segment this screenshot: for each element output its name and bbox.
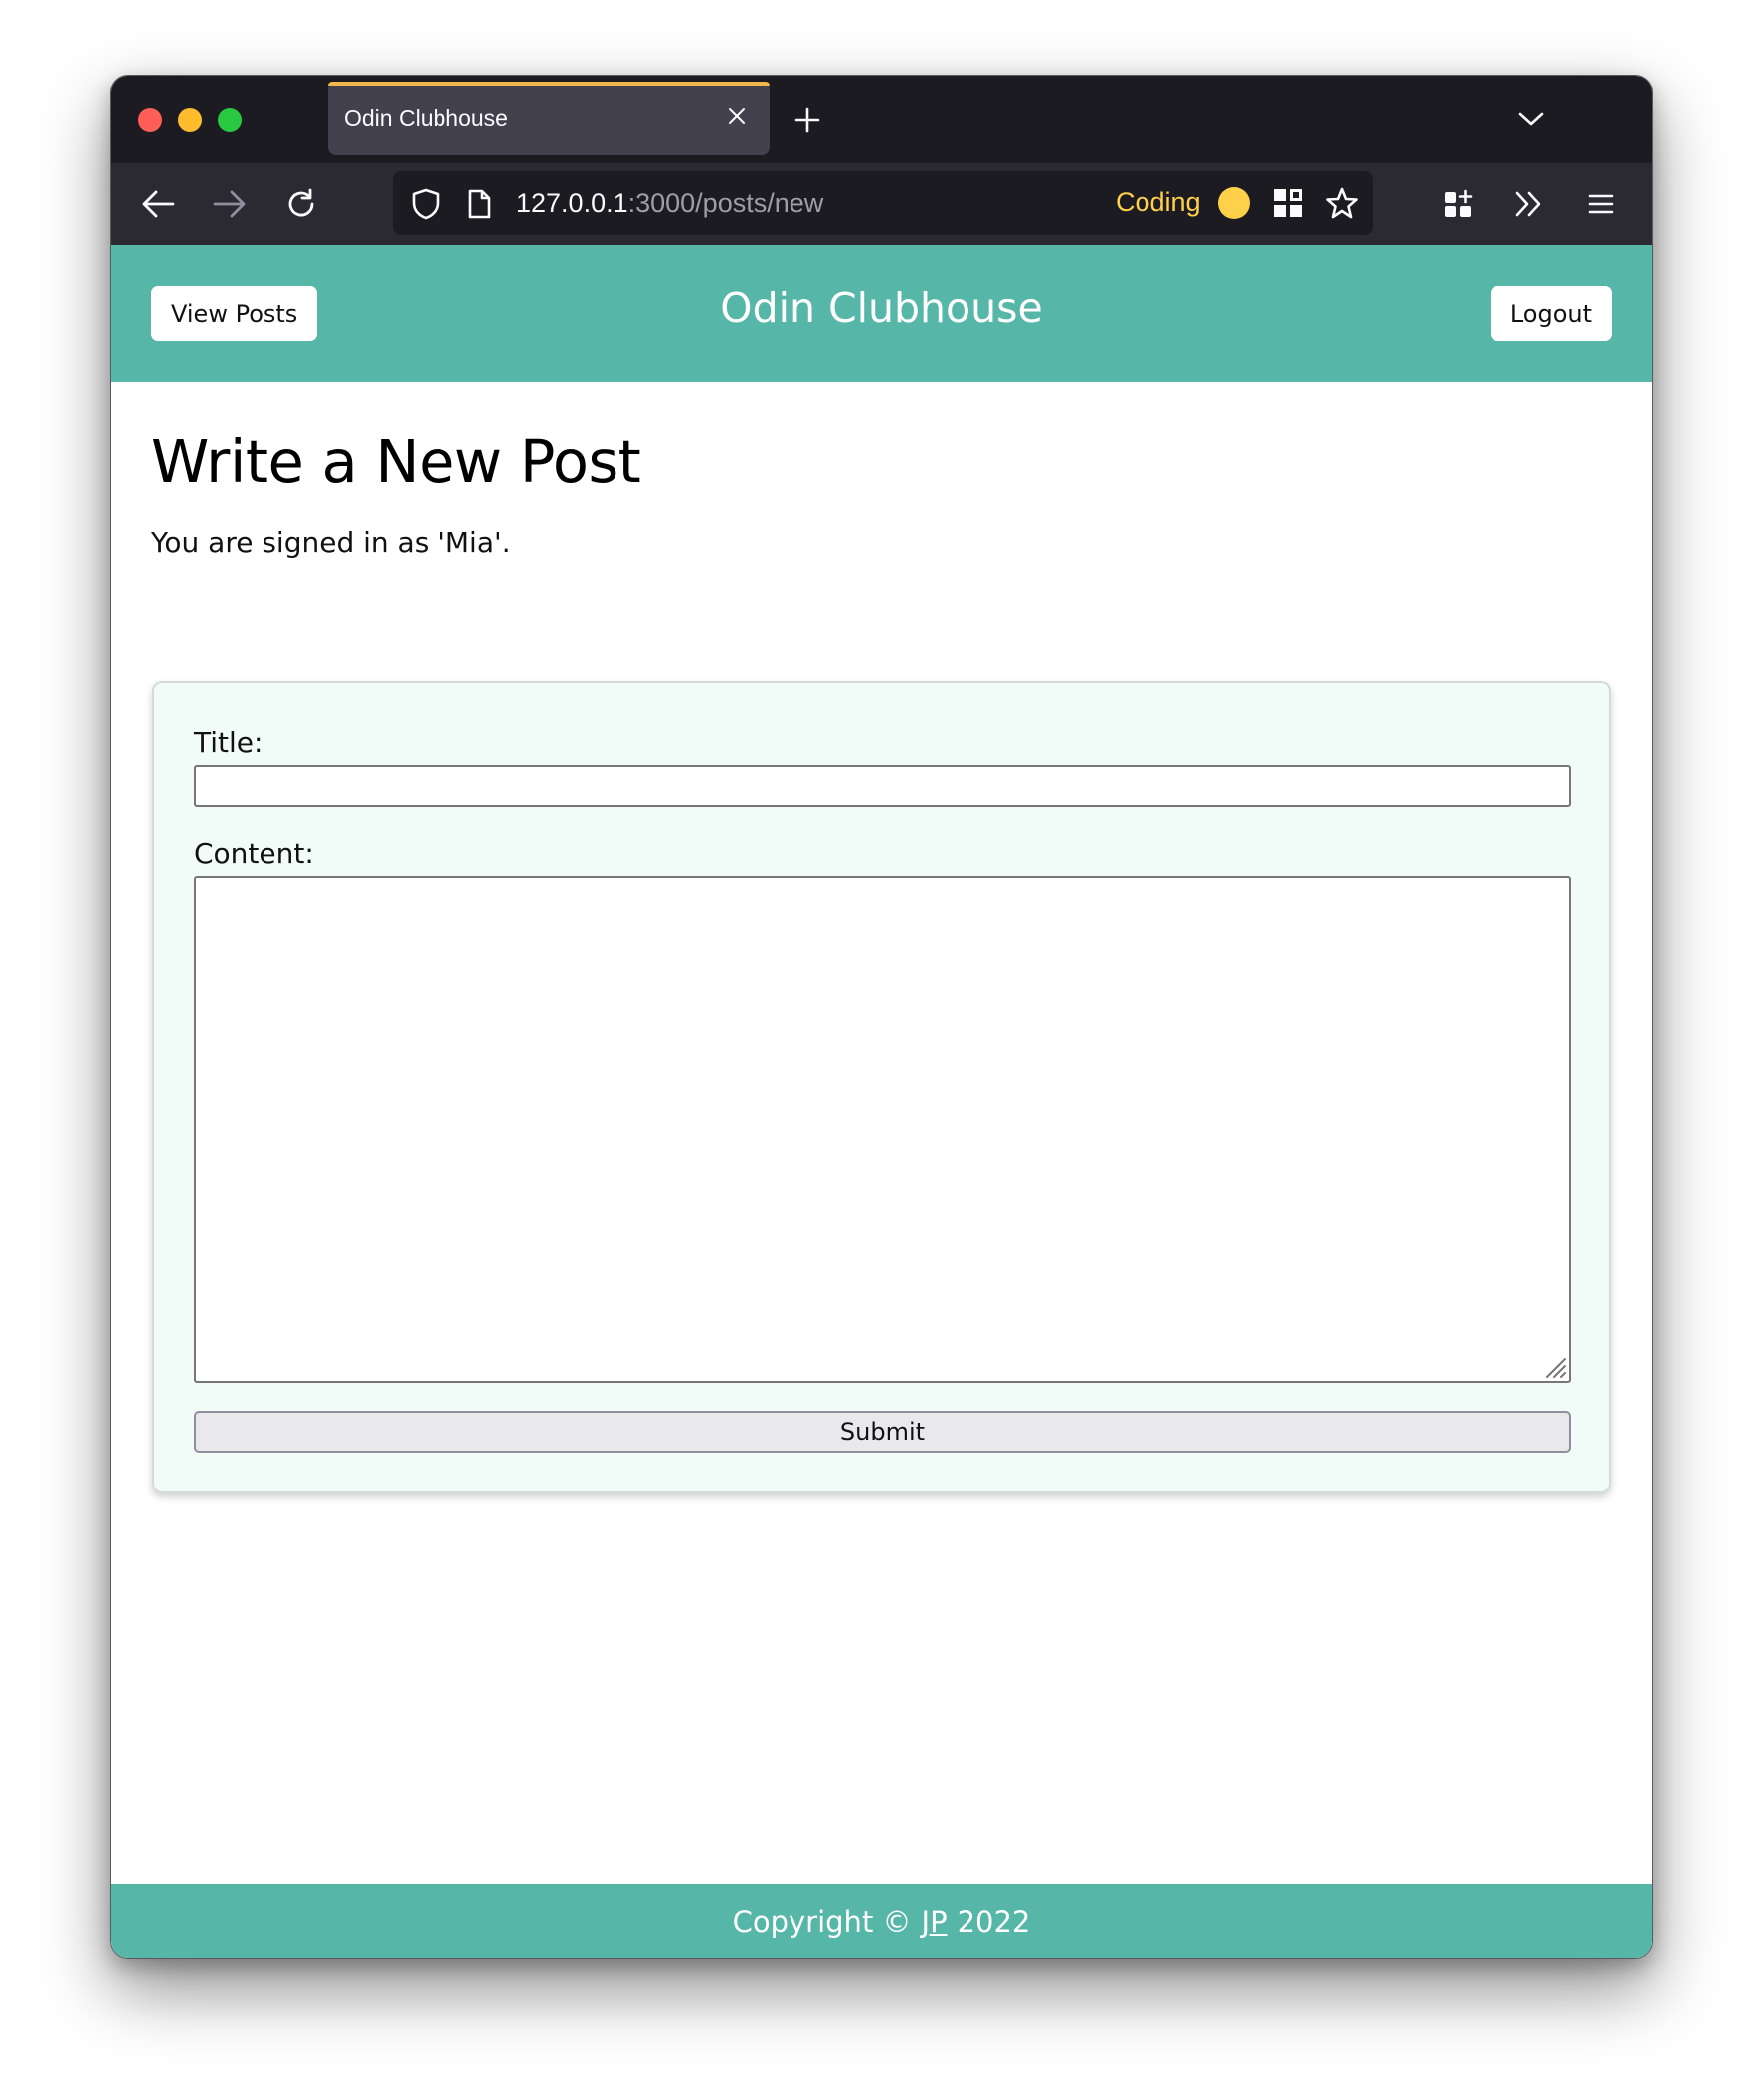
minimize-window-button[interactable] [178, 108, 202, 132]
reload-icon[interactable] [280, 183, 322, 225]
extensions-icon[interactable] [1438, 183, 1480, 225]
copyright-year: 2022 [957, 1905, 1031, 1939]
new-post-form: Title: Content: Submit [152, 681, 1611, 1493]
copyright-text: Copyright © [732, 1905, 912, 1939]
tab-odin-clubhouse[interactable]: Odin Clubhouse [328, 82, 770, 155]
url-text[interactable]: 127.0.0.1:3000/posts/new [516, 188, 823, 219]
navigation-toolbar: 127.0.0.1:3000/posts/new Coding [111, 163, 1652, 245]
tab-strip: Odin Clubhouse [111, 76, 1652, 163]
hamburger-menu-icon[interactable] [1580, 183, 1622, 225]
content-label: Content: [194, 837, 314, 870]
content-textarea[interactable] [194, 876, 1571, 1383]
chevron-down-icon[interactable] [1514, 102, 1548, 136]
page-icon[interactable] [464, 187, 494, 221]
forward-arrow-icon[interactable] [209, 183, 251, 225]
author-link[interactable]: JP [922, 1905, 948, 1939]
web-page: View Posts Odin Clubhouse Logout Write a… [111, 245, 1652, 1958]
status-dot-icon[interactable] [1218, 187, 1250, 219]
plus-icon[interactable] [790, 102, 825, 138]
title-input[interactable] [194, 765, 1571, 807]
back-arrow-icon[interactable] [137, 183, 179, 225]
browser-window: Odin Clubhouse 127.0.0.1:3000/posts/new … [110, 75, 1653, 1959]
url-path: :3000/posts/new [627, 188, 824, 218]
shield-icon[interactable] [409, 187, 442, 221]
address-bar[interactable]: 127.0.0.1:3000/posts/new Coding [393, 171, 1373, 235]
signed-in-status: You are signed in as 'Mia'. [151, 526, 511, 559]
star-icon[interactable] [1324, 185, 1360, 221]
overflow-chevrons-icon[interactable] [1508, 183, 1550, 225]
url-host: 127.0.0.1 [516, 188, 628, 218]
extension-label[interactable]: Coding [1116, 187, 1201, 218]
tab-active-indicator [328, 82, 770, 86]
submit-button[interactable]: Submit [194, 1411, 1571, 1453]
qr-code-icon[interactable] [1272, 187, 1304, 219]
title-label: Title: [194, 726, 264, 759]
zoom-window-button[interactable] [218, 108, 242, 132]
logout-button[interactable]: Logout [1490, 286, 1612, 341]
site-title: Odin Clubhouse [720, 284, 1043, 332]
resize-handle-icon[interactable] [1541, 1353, 1567, 1379]
tab-title: Odin Clubhouse [344, 105, 508, 131]
site-header: View Posts Odin Clubhouse Logout [111, 245, 1652, 382]
site-footer: Copyright © JP 2022 [111, 1884, 1652, 1958]
close-icon[interactable] [722, 101, 752, 131]
page-title: Write a New Post [151, 428, 641, 496]
close-window-button[interactable] [138, 108, 162, 132]
